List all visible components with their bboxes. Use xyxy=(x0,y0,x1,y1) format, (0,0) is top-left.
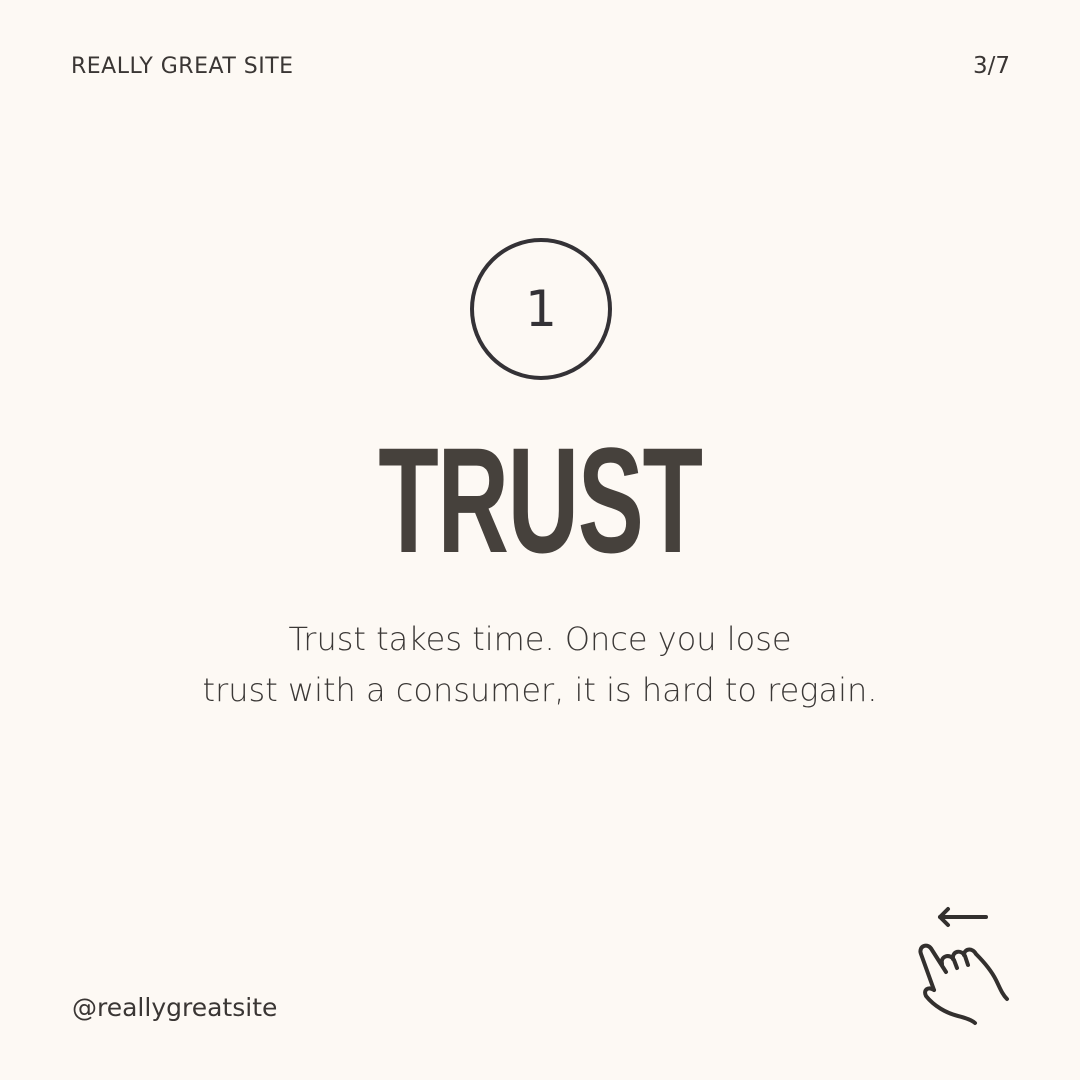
body-line-1: Trust takes time. Once you lose xyxy=(288,620,792,658)
swipe-left-hand-icon[interactable] xyxy=(912,902,1016,1028)
site-name: REALLY GREAT SITE xyxy=(71,54,294,79)
body-line-2: trust with a consumer, it is hard to reg… xyxy=(202,671,878,709)
page-indicator: 3/7 xyxy=(972,53,1010,79)
headline: TRUST xyxy=(378,416,703,584)
number-badge: 1 xyxy=(470,238,612,380)
body-text: Trust takes time. Once you lose trust wi… xyxy=(0,614,1080,716)
social-handle: @reallygreatsite xyxy=(72,993,278,1022)
